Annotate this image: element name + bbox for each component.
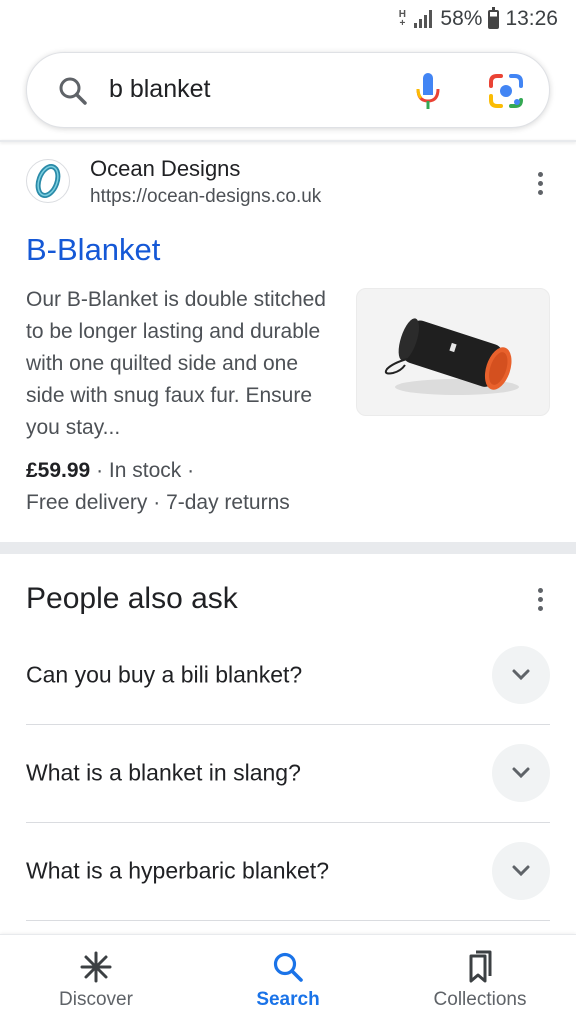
- stock-status: In stock: [108, 459, 182, 482]
- search-icon: [273, 952, 303, 982]
- more-options-icon[interactable]: [528, 172, 552, 198]
- returns-text: 7-day returns: [166, 491, 290, 514]
- price: £59.99: [26, 459, 91, 482]
- clock: 13:26: [505, 7, 558, 30]
- search-icon[interactable]: [57, 75, 89, 107]
- asterisk-icon: [80, 951, 112, 983]
- ocean-designs-logo-icon: [35, 164, 61, 198]
- nav-discover[interactable]: Discover: [0, 935, 192, 1024]
- network-type-label: H: [398, 9, 407, 20]
- chevron-down-icon[interactable]: [492, 842, 550, 900]
- chevron-down-icon[interactable]: [492, 646, 550, 704]
- site-name[interactable]: Ocean Designs: [90, 156, 240, 182]
- status-icons: H + 58% 13:26: [396, 6, 558, 31]
- search-input[interactable]: b blanket: [109, 75, 210, 104]
- paa-question[interactable]: What is a blanket in slang?: [26, 724, 550, 822]
- site-url[interactable]: https://ocean-designs.co.uk: [90, 186, 321, 208]
- paa-question[interactable]: What is a hyperbaric blanket?: [26, 822, 550, 920]
- network-type-icon: H +: [398, 9, 407, 29]
- nav-label: Search: [256, 989, 320, 1010]
- battery-icon: [488, 6, 500, 29]
- nav-label: Discover: [59, 989, 133, 1010]
- people-also-ask-heading: People also ask: [26, 582, 238, 615]
- more-options-icon[interactable]: [528, 588, 552, 614]
- delivery-text: Free delivery: [26, 491, 148, 514]
- product-thumbnail[interactable]: [356, 288, 550, 416]
- google-lens-icon[interactable]: [487, 72, 525, 110]
- paa-question-text: What is a blanket in slang?: [26, 759, 301, 786]
- paa-question-text: Can you buy a bili blanket?: [26, 661, 303, 688]
- section-divider: [0, 542, 576, 554]
- status-bar: H + 58% 13:26: [0, 0, 576, 40]
- battery-percent: 58%: [440, 7, 483, 30]
- paa-question[interactable]: Can you buy a bili blanket?: [26, 626, 550, 724]
- signal-icon: [414, 10, 433, 28]
- search-bar[interactable]: b blanket: [26, 52, 550, 128]
- delivery-info: Free delivery · 7-day returns: [26, 491, 290, 514]
- header-divider: [0, 140, 576, 142]
- paa-divider: [26, 920, 550, 921]
- nav-collections[interactable]: Collections: [384, 935, 576, 1024]
- rolled-blanket-image: [384, 318, 519, 395]
- result-snippet: Our B-Blanket is double stitched to be l…: [26, 288, 326, 439]
- site-logo[interactable]: [26, 159, 70, 203]
- bookmarks-icon: [469, 950, 492, 983]
- bottom-navigation: Discover Search Collections: [0, 934, 576, 1024]
- nav-label: Collections: [433, 989, 527, 1010]
- price-availability: £59.99 · In stock ·: [26, 459, 195, 482]
- microphone-icon[interactable]: [413, 71, 443, 111]
- chevron-down-icon[interactable]: [492, 744, 550, 802]
- nav-search[interactable]: Search: [192, 935, 384, 1024]
- result-title-link[interactable]: B-Blanket: [26, 232, 160, 268]
- paa-question-text: What is a hyperbaric blanket?: [26, 857, 329, 884]
